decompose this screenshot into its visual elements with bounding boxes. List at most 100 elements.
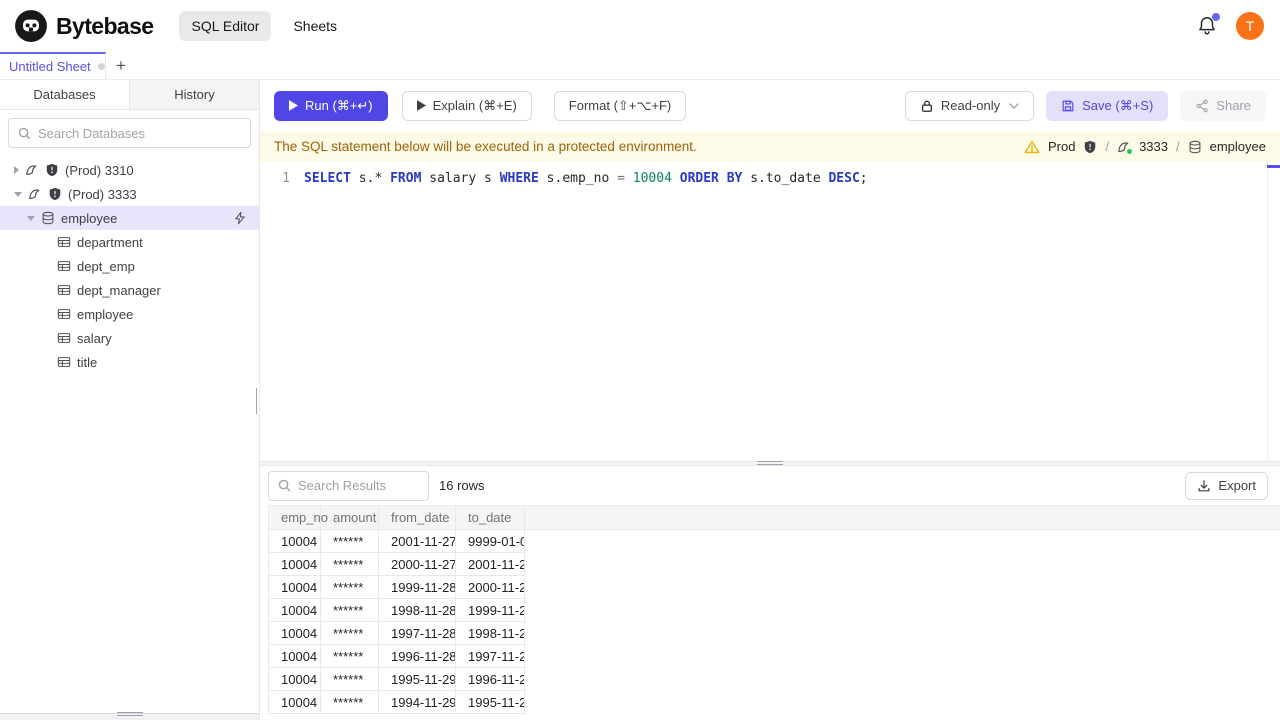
new-sheet-button[interactable]: +	[106, 52, 136, 79]
mysql-icon	[28, 187, 42, 201]
instance-prod-3333[interactable]: (Prod) 3333	[0, 182, 259, 206]
column-header-emp_no: emp_no	[268, 505, 328, 530]
results-header-row: emp_no amount from_date to_date	[268, 505, 1280, 530]
banner-message: The SQL statement below will be executed…	[274, 139, 697, 154]
format-button[interactable]: Format (⇧+⌥+F)	[553, 90, 687, 121]
sql-token: s.to_date	[742, 171, 829, 186]
run-button[interactable]: Run (⌘+↵)	[274, 90, 388, 121]
table-item-dept_emp[interactable]: dept_emp	[0, 254, 259, 278]
chevron-right-icon[interactable]	[14, 166, 19, 174]
shield-icon	[45, 163, 59, 177]
sql-token: s.*	[350, 171, 391, 186]
table-icon	[57, 307, 71, 321]
table-cell-filler	[524, 621, 1280, 645]
notification-bell-icon[interactable]	[1196, 13, 1220, 37]
sql-code: SELECT s.* FROM salary s WHERE s.emp_no …	[304, 169, 868, 188]
table-row: 10004******2000-11-272001-11-27	[268, 552, 1280, 576]
top-bar: Bytebase SQL Editor Sheets T	[0, 0, 1280, 52]
export-button[interactable]: Export	[1185, 471, 1268, 500]
instance-label: (Prod) 3310	[65, 162, 134, 178]
shield-icon	[48, 187, 62, 201]
table-cell: 10004	[268, 575, 321, 599]
save-button[interactable]: Save (⌘+S)	[1046, 90, 1169, 121]
results-table-wrap: emp_no amount from_date to_date 10004 ******…	[260, 505, 1280, 720]
instance-prod-3310[interactable]: (Prod) 3310	[0, 158, 259, 182]
search-databases-input[interactable]	[38, 125, 242, 141]
table-icon	[57, 283, 71, 297]
database-icon	[41, 211, 55, 225]
sheet-tab-label: Untitled Sheet	[9, 59, 91, 74]
sql-token: WHERE	[499, 171, 539, 186]
table-cell: 1997-11-28	[378, 621, 456, 645]
shield-icon	[1083, 140, 1097, 154]
sidebar-bottom-resize-handle[interactable]	[0, 710, 259, 720]
row-count: 16 rows	[439, 478, 485, 493]
column-header-amount: amount	[320, 505, 379, 530]
mysql-icon	[1117, 140, 1133, 154]
nav-sql-editor[interactable]: SQL Editor	[179, 11, 272, 41]
table-cell: 1998-11-28	[455, 621, 525, 645]
line-number: 1	[282, 171, 290, 186]
database-name[interactable]: employee	[1210, 139, 1266, 154]
table-cell: ******	[320, 621, 379, 645]
bytebase-logo-icon	[14, 9, 48, 43]
results-resize-handle[interactable]	[260, 461, 1280, 466]
chevron-down-icon	[1009, 102, 1019, 109]
quick-action-bolt-icon[interactable]	[233, 211, 247, 225]
chevron-down-icon[interactable]	[14, 191, 22, 197]
table-item-salary[interactable]: salary	[0, 326, 259, 350]
nav-sheets[interactable]: Sheets	[281, 11, 349, 41]
avatar[interactable]: T	[1236, 12, 1264, 40]
drag-grip-icon	[116, 710, 143, 718]
table-cell: ******	[320, 529, 379, 553]
table-cell: 10004	[268, 621, 321, 645]
search-icon	[277, 478, 292, 493]
database-search[interactable]	[8, 118, 251, 148]
tab-history[interactable]: History	[130, 80, 259, 109]
brand-name: Bytebase	[56, 12, 154, 39]
database-item-employee[interactable]: employee	[0, 206, 259, 230]
readonly-mode-dropdown[interactable]: Read-only	[904, 90, 1035, 121]
explain-button[interactable]: Explain (⌘+E)	[401, 90, 532, 121]
table-row: 10004******1994-11-291995-11-29	[268, 690, 1280, 714]
sql-token: =	[617, 171, 625, 186]
code-line: 1 SELECT s.* FROM salary s WHERE s.emp_n…	[260, 169, 1280, 188]
column-header-from_date: from_date	[378, 505, 456, 530]
table-icon	[57, 355, 71, 369]
table-row: 10004******1997-11-281998-11-28	[268, 621, 1280, 645]
table-cell: 1999-11-28	[455, 598, 525, 622]
results-search[interactable]	[268, 470, 474, 501]
chevron-down-icon[interactable]	[27, 215, 35, 221]
table-row: 10004******1996-11-281997-11-28	[268, 644, 1280, 668]
table-item-title[interactable]: title	[0, 350, 259, 374]
export-button-label: Export	[1218, 478, 1256, 493]
share-button[interactable]: Share	[1180, 90, 1266, 121]
connection-status-dot	[1127, 148, 1133, 154]
lock-icon	[920, 99, 934, 113]
table-cell: 2000-11-27	[378, 552, 456, 576]
sql-code-editor[interactable]: 1 SELECT s.* FROM salary s WHERE s.emp_n…	[260, 162, 1280, 461]
table-item-employee[interactable]: employee	[0, 302, 259, 326]
table-label: dept_emp	[77, 258, 135, 274]
database-tree: (Prod) 3310 (Prod) 3333 employee departm…	[0, 156, 259, 713]
table-label: dept_manager	[77, 282, 161, 298]
table-item-dept_manager[interactable]: dept_manager	[0, 278, 259, 302]
instance-name[interactable]: 3333	[1139, 139, 1168, 154]
table-icon	[57, 259, 71, 273]
table-cell: ******	[320, 690, 379, 714]
table-cell: 10004	[268, 644, 321, 668]
main-panel: Run (⌘+↵) Explain (⌘+E) Format (⇧+⌥+F) R…	[260, 80, 1280, 720]
tab-untitled-sheet[interactable]: Untitled Sheet	[0, 52, 106, 79]
download-icon	[1197, 479, 1211, 493]
table-item-department[interactable]: department	[0, 230, 259, 254]
sql-token: DESC	[828, 171, 860, 186]
sql-token: salary s	[421, 171, 500, 186]
table-cell: 2000-11-27	[455, 575, 525, 599]
table-icon	[57, 331, 71, 345]
tab-databases[interactable]: Databases	[0, 80, 130, 109]
table-cell: 10004	[268, 690, 321, 714]
editor-overview-ruler[interactable]	[1267, 162, 1280, 461]
results-table: emp_no amount from_date to_date 10004 ******…	[268, 505, 1280, 714]
